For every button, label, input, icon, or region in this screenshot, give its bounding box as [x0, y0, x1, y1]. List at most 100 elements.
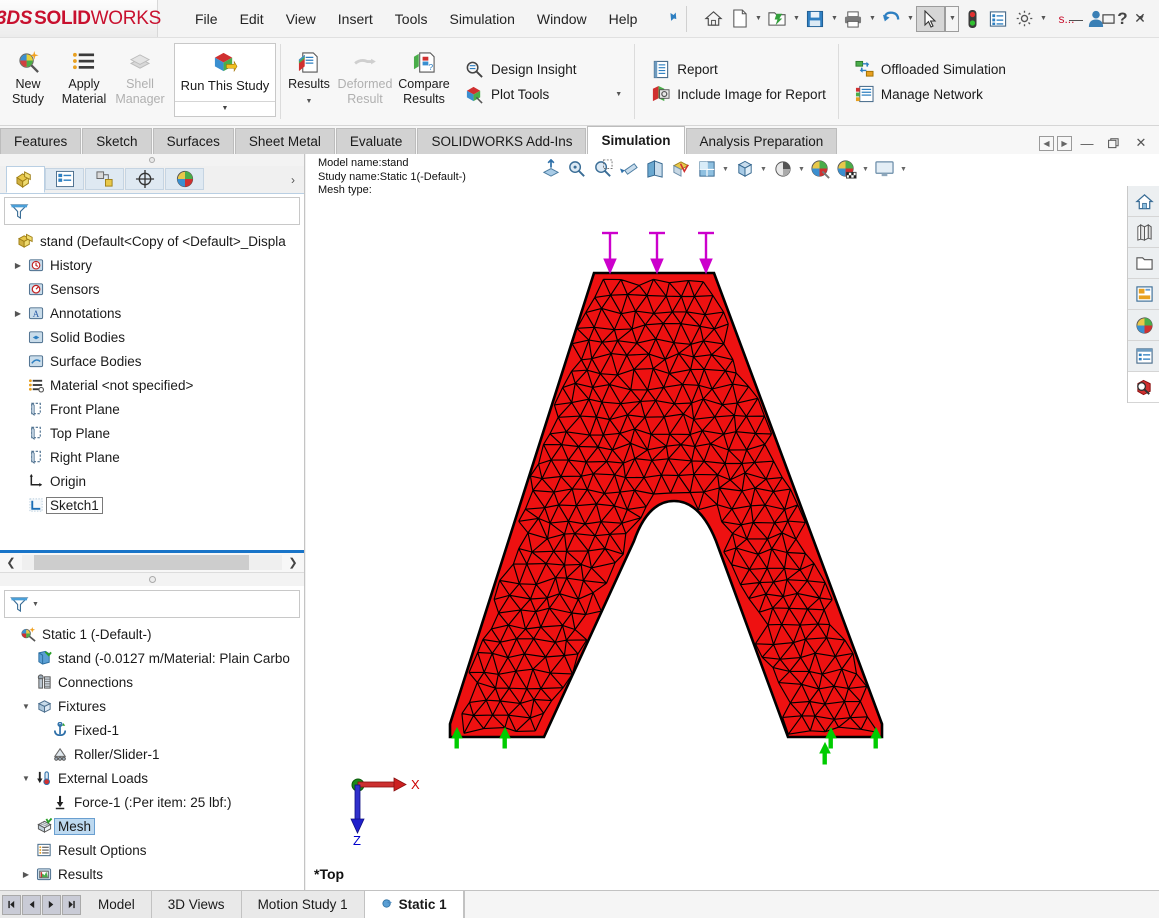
feature-manager-tab[interactable] [6, 166, 45, 193]
doc-restore-button[interactable] [1102, 132, 1126, 154]
panel-splitter[interactable] [0, 572, 304, 586]
fea-mesh-model[interactable] [416, 229, 1116, 849]
expand-arrow-icon[interactable]: ▶ [10, 261, 26, 270]
compare-results-button[interactable]: ? CompareResults [393, 40, 455, 123]
menu-item-help[interactable]: Help [598, 7, 649, 31]
menu-item-view[interactable]: View [275, 7, 327, 31]
undo-icon[interactable] [878, 6, 904, 32]
bottom-tab-static-1[interactable]: Static 1 [365, 891, 464, 918]
menu-item-file[interactable]: File [184, 7, 229, 31]
deformed-result-button[interactable]: DeformedResult [337, 40, 393, 123]
feature-tree-item-origin[interactable]: Origin [0, 469, 304, 493]
menu-item-edit[interactable]: Edit [229, 7, 275, 31]
plot-tools-caret-icon[interactable]: ▼ [610, 91, 622, 98]
search-render-icon[interactable] [1128, 372, 1159, 403]
hide-show-caret-icon[interactable]: ▼ [758, 156, 769, 182]
feature-tree-item-front-plane[interactable]: Front Plane [0, 397, 304, 421]
zoom-in-out-icon[interactable] [590, 156, 615, 182]
file-explorer-icon[interactable] [1128, 248, 1159, 279]
feature-tree-item-solid-bodies[interactable]: Solid Bodies [0, 325, 304, 349]
collapse-arrow-icon[interactable]: ▼ [18, 702, 34, 711]
open-document-icon[interactable] [764, 6, 790, 32]
dimxpert-manager-tab[interactable] [125, 168, 164, 190]
property-manager-tab[interactable] [45, 168, 84, 190]
study-tree-item-roller-slider-1[interactable]: Roller/Slider-1 [0, 742, 304, 766]
tree-root-stand[interactable]: stand (Default<Copy of <Default>_Displa [0, 229, 304, 253]
feature-tree-item-top-plane[interactable]: Top Plane [0, 421, 304, 445]
tab-solidworks-add-ins[interactable]: SOLIDWORKS Add-Ins [417, 128, 586, 154]
design-library-icon[interactable] [1128, 217, 1159, 248]
tab-sheet-metal[interactable]: Sheet Metal [235, 128, 335, 154]
hscroll-thumb[interactable] [34, 555, 249, 570]
save-icon[interactable] [802, 6, 828, 32]
feature-tree-item-annotations[interactable]: ▶AAnnotations [0, 301, 304, 325]
collapse-arrow-icon[interactable]: ▼ [18, 774, 34, 783]
home-icon[interactable] [700, 6, 726, 32]
display-manager-tab[interactable] [165, 168, 204, 190]
menu-item-insert[interactable]: Insert [327, 7, 384, 31]
study-tree-item-result-options[interactable]: Result Options [0, 838, 304, 862]
study-tree-item-fixtures[interactable]: ▼Fixtures [0, 694, 304, 718]
settings-gear-icon[interactable] [1011, 6, 1037, 32]
print-icon[interactable] [840, 6, 866, 32]
feature-tree-hscrollbar[interactable]: ❮ ❯ [0, 550, 304, 572]
print-caret-icon[interactable]: ▼ [866, 6, 878, 32]
feature-tree-item-sketch1[interactable]: Sketch1 [0, 493, 304, 517]
view-orientation-icon[interactable] [668, 156, 693, 182]
expand-arrow-icon[interactable]: ▶ [10, 309, 26, 318]
report-button[interactable]: Report [647, 57, 830, 82]
new-document-caret-icon[interactable]: ▼ [752, 6, 764, 32]
expand-arrow-icon[interactable]: ▶ [18, 870, 34, 879]
nav-last-button[interactable] [62, 895, 81, 915]
study-tree-item-static-1-default[interactable]: Static 1 (-Default-) [0, 622, 304, 646]
design-insight-button[interactable]: Design Insight [461, 57, 626, 82]
view-settings-icon[interactable] [872, 156, 897, 182]
custom-properties-icon[interactable] [1128, 341, 1159, 372]
feature-tree-item-surface-bodies[interactable]: Surface Bodies [0, 349, 304, 373]
run-study-dropdown-caret-icon[interactable]: ▼ [175, 101, 275, 116]
tab-surfaces[interactable]: Surfaces [153, 128, 234, 154]
menu-item-tools[interactable]: Tools [384, 7, 439, 31]
feature-tree-item-sensors[interactable]: Sensors [0, 277, 304, 301]
bottom-tab-3d-views[interactable]: 3D Views [152, 891, 242, 918]
study-filter-caret-icon[interactable]: ▼ [32, 601, 39, 608]
restore-button[interactable] [1093, 6, 1123, 32]
new-study-button[interactable]: NewStudy [0, 40, 56, 123]
run-this-study-button[interactable]: Run This Study ▼ [174, 43, 276, 117]
select-cursor-icon[interactable] [916, 6, 945, 32]
apply-material-button[interactable]: ApplyMaterial [56, 40, 112, 123]
feature-tree-item-history[interactable]: ▶History [0, 253, 304, 277]
scroll-left-icon[interactable]: ◀ [1039, 136, 1054, 151]
select-caret-icon[interactable]: ▼ [945, 6, 959, 32]
manager-tabs-expand-icon[interactable]: › [282, 166, 304, 193]
scene-caret-icon[interactable]: ▼ [860, 156, 871, 182]
tab-evaluate[interactable]: Evaluate [336, 128, 417, 154]
results-button[interactable]: Results ▼ [281, 40, 337, 123]
nav-next-button[interactable] [42, 895, 61, 915]
save-caret-icon[interactable]: ▼ [828, 6, 840, 32]
hscroll-right-icon[interactable]: ❯ [282, 556, 304, 569]
view-palette-icon[interactable] [1128, 279, 1159, 310]
manage-network-button[interactable]: Manage Network [851, 82, 1010, 107]
home-panel-icon[interactable] [1128, 186, 1159, 217]
study-tree-filter[interactable]: ▼ [4, 590, 300, 618]
apply-scene-icon[interactable] [808, 156, 833, 182]
scene-background-icon[interactable] [834, 156, 859, 182]
graphics-area[interactable]: Model name:stand Study name:Static 1(-De… [306, 154, 1159, 890]
view-settings-caret-icon[interactable]: ▼ [898, 156, 909, 182]
shell-manager-button[interactable]: ShellManager [112, 40, 168, 123]
configuration-manager-tab[interactable] [85, 168, 124, 190]
undo-caret-icon[interactable]: ▼ [904, 6, 916, 32]
study-tree-item-fixed-1[interactable]: Fixed-1 [0, 718, 304, 742]
open-document-caret-icon[interactable]: ▼ [790, 6, 802, 32]
menu-item-simulation[interactable]: Simulation [438, 7, 525, 31]
pin-icon[interactable] [658, 6, 682, 30]
menu-item-window[interactable]: Window [526, 7, 598, 31]
study-tree-item-connections[interactable]: Connections [0, 670, 304, 694]
nav-prev-button[interactable] [22, 895, 41, 915]
edit-appearance-icon[interactable] [770, 156, 795, 182]
tab-features[interactable]: Features [0, 128, 81, 154]
tab-simulation[interactable]: Simulation [587, 126, 684, 154]
feature-tree-item-right-plane[interactable]: Right Plane [0, 445, 304, 469]
tab-analysis-preparation[interactable]: Analysis Preparation [686, 128, 838, 154]
